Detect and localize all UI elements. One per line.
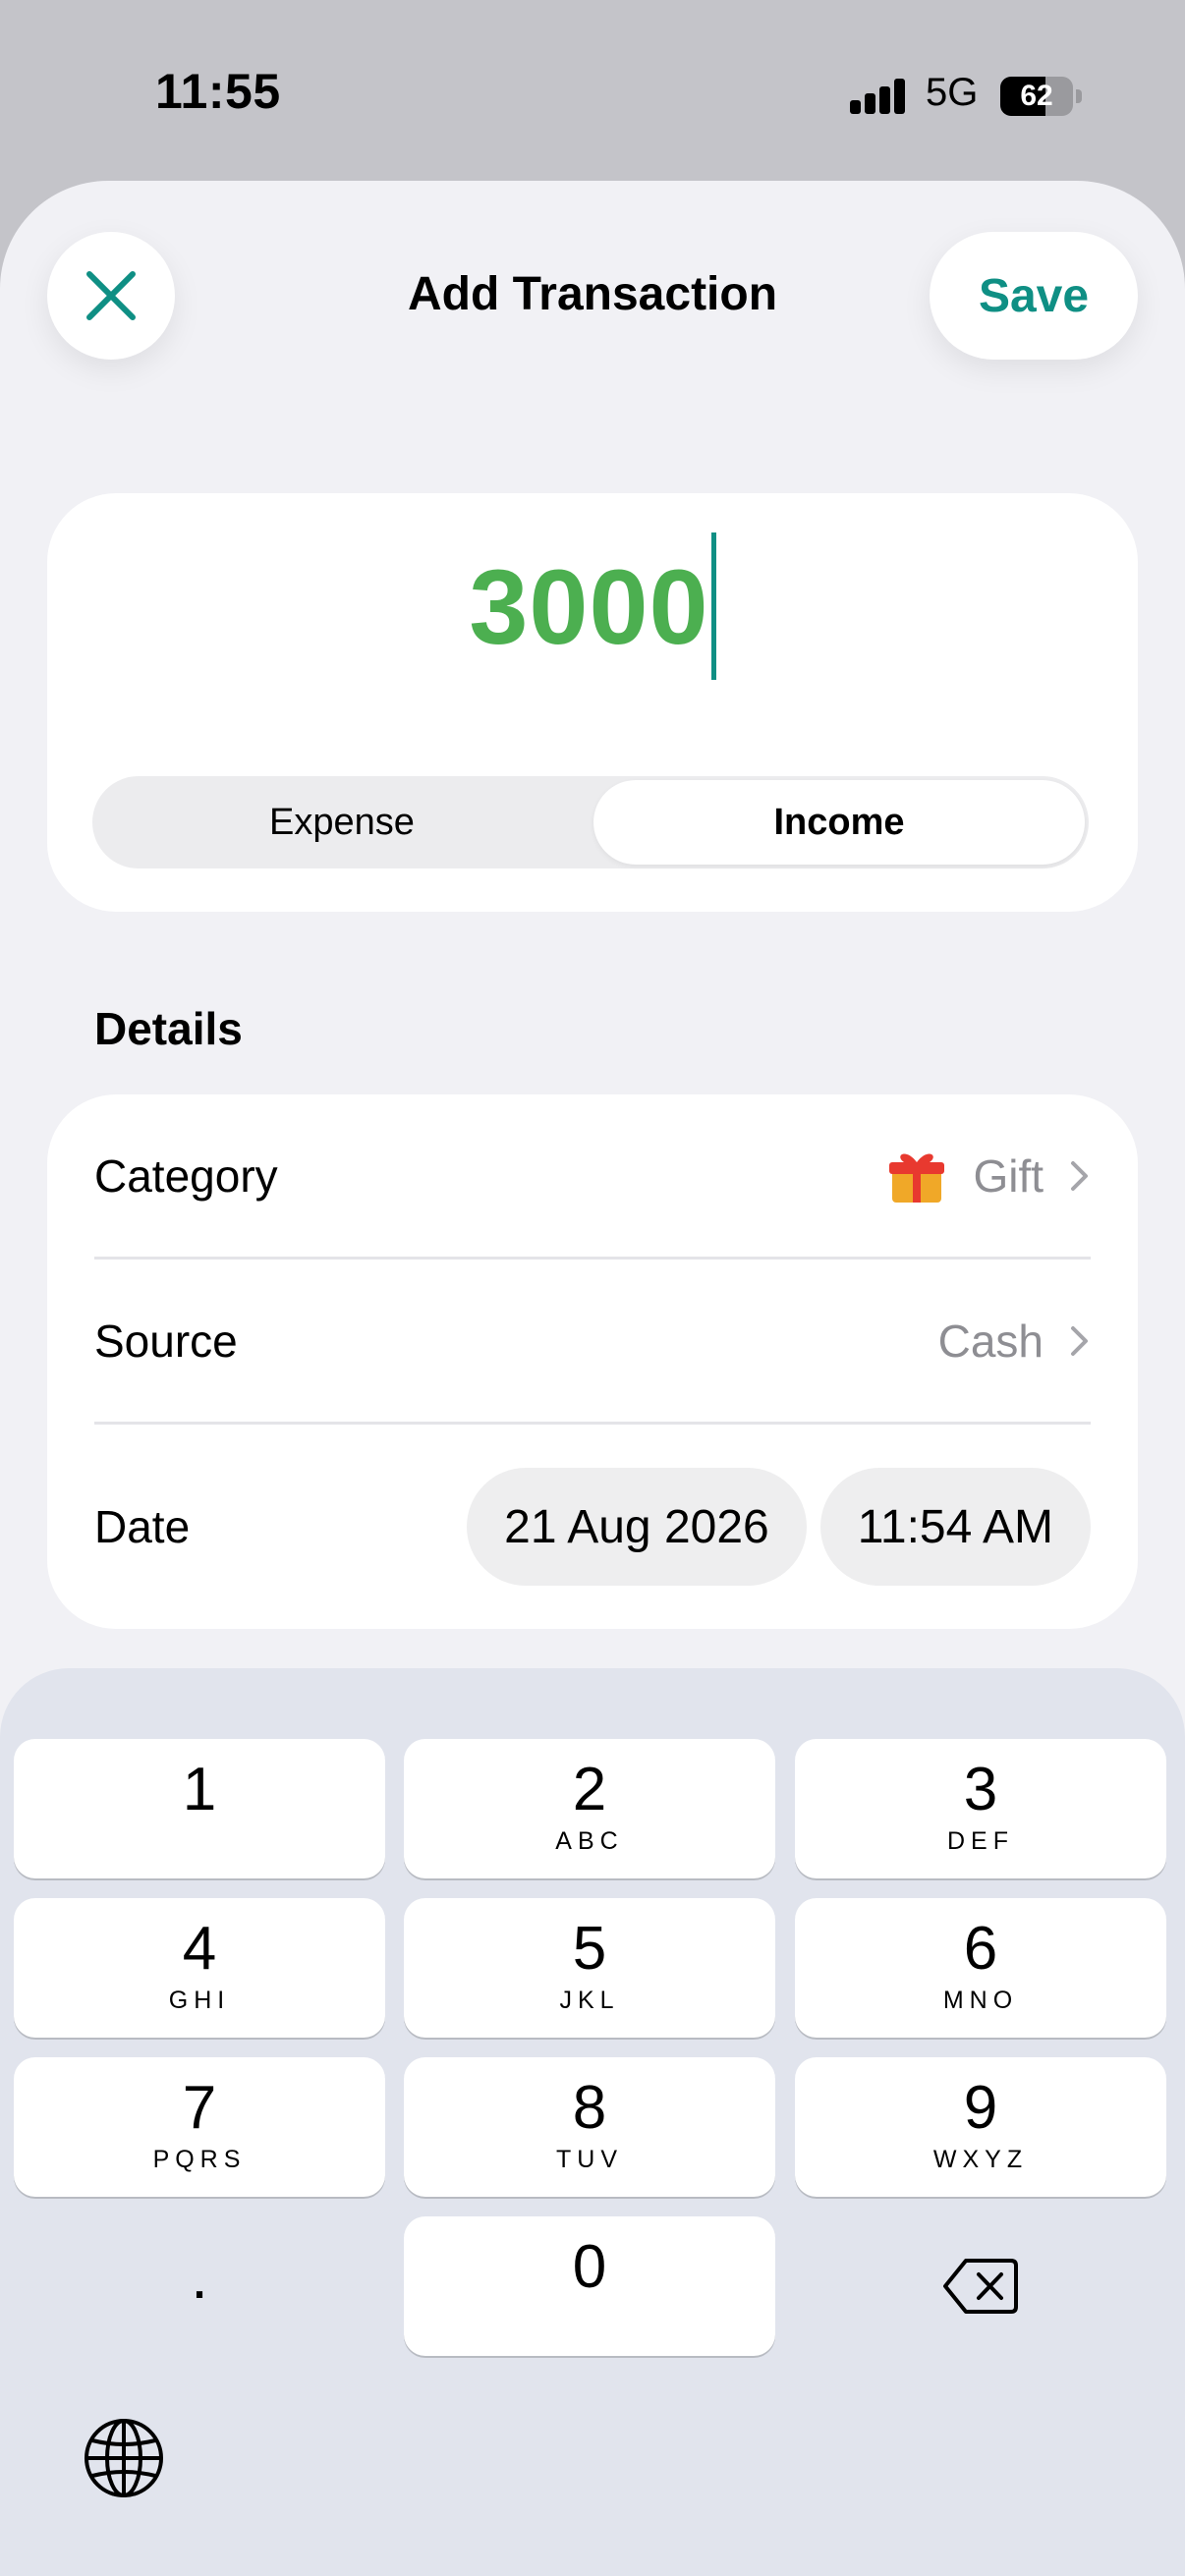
expense-option[interactable]: Expense (96, 780, 588, 865)
time-picker[interactable]: 11:54 AM (819, 1468, 1091, 1586)
close-icon (86, 271, 136, 320)
page-title: Add Transaction (407, 268, 778, 320)
key-letters: ABC (555, 1827, 624, 1855)
status-time: 11:55 (155, 64, 281, 119)
key-2[interactable]: 2 ABC (404, 1739, 775, 1878)
date-row: Date 21 Aug 2026 11:54 AM (94, 1425, 1091, 1629)
key-letters: MNO (942, 1987, 1019, 2014)
source-value: Cash (937, 1315, 1044, 1367)
details-heading: Details (94, 1003, 243, 1054)
details-card: Category Gift Source Cash Date 21 Aug 20… (47, 1094, 1138, 1629)
category-value-group: Gift (886, 1146, 1091, 1206)
key-digit: 6 (963, 1915, 998, 1983)
globe-icon[interactable] (83, 2417, 165, 2499)
battery-level: 62 (1020, 80, 1053, 112)
source-label: Source (94, 1315, 238, 1367)
income-option[interactable]: Income (593, 780, 1085, 865)
key-0[interactable]: 0 (404, 2216, 775, 2356)
close-button[interactable] (47, 232, 175, 360)
text-cursor (710, 532, 716, 680)
source-value-group: Cash (938, 1315, 1091, 1368)
key-digit: 3 (963, 1756, 998, 1823)
numeric-keypad: 1 2 ABC 3 DEF 4 GHI 5 JKL 6 MNO 7 PQRS 8… (0, 1668, 1185, 2576)
amount-card: 3000 Expense Income (47, 493, 1138, 912)
key-letters: JKL (559, 1987, 620, 2014)
date-label: Date (94, 1501, 191, 1552)
key-1[interactable]: 1 (14, 1739, 385, 1878)
key-digit: 1 (182, 1756, 217, 1823)
key-digit: 7 (182, 2074, 217, 2142)
key-digit: 5 (572, 1915, 607, 1983)
amount-input[interactable]: 3000 (47, 532, 1138, 680)
key-letters: GHI (168, 1987, 231, 2014)
save-button[interactable]: Save (930, 232, 1138, 360)
battery-tip (1076, 89, 1082, 103)
key-letters: WXYZ (932, 2146, 1029, 2173)
key-7[interactable]: 7 PQRS (14, 2057, 385, 2197)
network-type: 5G (926, 71, 979, 114)
key-9[interactable]: 9 WXYZ (795, 2057, 1166, 2197)
transaction-type-toggle: Expense Income (92, 776, 1089, 868)
chevron-right-icon (1071, 1160, 1088, 1191)
delete-key[interactable] (795, 2216, 1166, 2356)
key-digit: 4 (182, 1915, 217, 1983)
source-row[interactable]: Source Cash (94, 1260, 1091, 1425)
gift-icon (889, 1152, 945, 1203)
category-label: Category (94, 1149, 278, 1202)
delete-icon (943, 2259, 1018, 2314)
key-6[interactable]: 6 MNO (795, 1898, 1166, 2038)
key-digit: 8 (572, 2074, 607, 2142)
key-4[interactable]: 4 GHI (14, 1898, 385, 2038)
key-letters: PQRS (152, 2146, 247, 2173)
key-5[interactable]: 5 JKL (404, 1898, 775, 2038)
key-letters: DEF (947, 1827, 1014, 1855)
key-digit: 9 (963, 2074, 998, 2142)
category-value: Gift (973, 1149, 1044, 1202)
amount-value: 3000 (469, 546, 709, 666)
key-digit: 0 (572, 2233, 607, 2301)
date-picker[interactable]: 21 Aug 2026 (467, 1468, 807, 1586)
key-digit: 2 (572, 1756, 607, 1823)
category-row[interactable]: Category Gift (94, 1094, 1091, 1260)
key-3[interactable]: 3 DEF (795, 1739, 1166, 1878)
cellular-signal-icon (850, 79, 905, 114)
key-decimal[interactable]: . (14, 2216, 385, 2356)
key-8[interactable]: 8 TUV (404, 2057, 775, 2197)
decimal-label: . (191, 2241, 208, 2312)
status-bar: 11:55 5G 62 (0, 0, 1185, 187)
chevron-right-icon (1071, 1325, 1088, 1356)
key-letters: TUV (556, 2146, 623, 2173)
battery-icon: 62 (1000, 77, 1073, 116)
